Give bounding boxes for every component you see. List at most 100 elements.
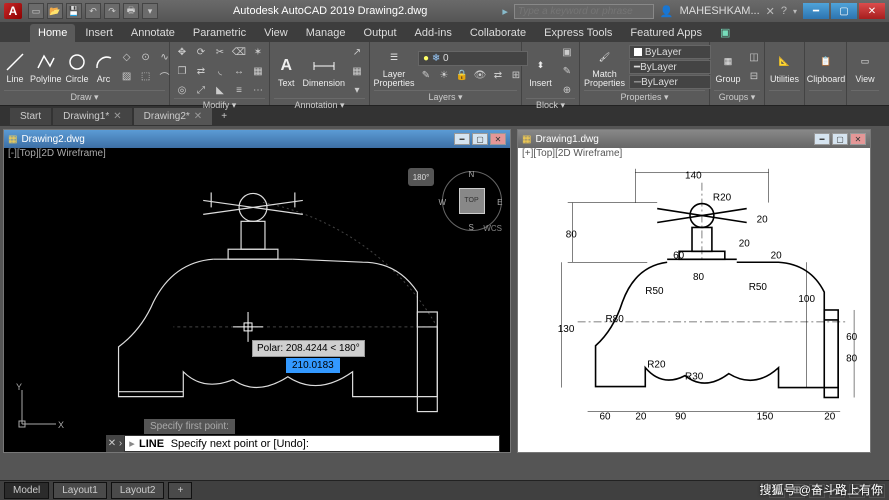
mdi-left-min-button[interactable]: ━	[454, 133, 470, 145]
table-icon[interactable]: ▦	[349, 63, 365, 79]
chamfer-icon[interactable]: ◣	[212, 82, 228, 98]
maximize-button[interactable]: ▢	[831, 3, 857, 19]
model-tab[interactable]: Model	[4, 482, 49, 499]
annot-more-icon[interactable]: ▾	[349, 82, 365, 98]
align-icon[interactable]: ≡	[231, 82, 247, 98]
mdi-right-viewinfo[interactable]: [+][Top][2D Wireframe]	[518, 148, 870, 162]
tab-output[interactable]: Output	[356, 24, 405, 42]
panel-properties-label[interactable]: Properties ▾	[584, 90, 705, 103]
utilities-button[interactable]: 📐Utilities	[769, 51, 800, 84]
layer-tool-2-icon[interactable]: ☀	[436, 68, 452, 84]
mdi-left-max-button[interactable]: ▢	[472, 133, 488, 145]
leader-icon[interactable]: ↗	[349, 44, 365, 60]
tab-addins[interactable]: Add-ins	[407, 24, 460, 42]
qat-more-icon[interactable]: ▾	[142, 3, 158, 19]
mdi-right-min-button[interactable]: ━	[814, 133, 830, 145]
arc-button[interactable]: Arc	[93, 51, 115, 84]
erase-icon[interactable]: ⌫	[231, 44, 247, 60]
line-button[interactable]: Line	[4, 51, 26, 84]
exchange-icon[interactable]: ✕	[766, 5, 775, 18]
doctab-drawing1[interactable]: Drawing1*✕	[53, 108, 132, 125]
drawing1-canvas[interactable]: 140 R20 20 20 80 60 80 20 R50 R50 100 13…	[518, 162, 870, 452]
circle-button[interactable]: Circle	[66, 51, 89, 84]
block-create-icon[interactable]: ▣	[559, 44, 575, 60]
command-line-input[interactable]: ▸ LINE Specify next point or [Undo]:	[124, 435, 500, 452]
layerprops-button[interactable]: ☰Layer Properties	[374, 47, 414, 88]
minimize-button[interactable]: ━	[803, 3, 829, 19]
draw-misc-2-icon[interactable]: ⊙	[138, 50, 154, 66]
help-icon[interactable]: ?	[781, 5, 787, 17]
block-edit-icon[interactable]: ✎	[559, 63, 575, 79]
lineweight-selector[interactable]: ━ ByLayer	[629, 60, 711, 74]
stretch-icon[interactable]: ↔	[231, 63, 247, 79]
qat-print-icon[interactable]: 🖶	[123, 3, 139, 19]
tab-insert[interactable]: Insert	[77, 24, 121, 42]
group-button[interactable]: ▦Group	[714, 51, 742, 84]
layer-tool-1-icon[interactable]: ✎	[418, 68, 434, 84]
panel-annotation-label[interactable]: Annotation ▾	[274, 98, 365, 111]
layer-selector[interactable]: ● ❄ 0	[418, 51, 528, 66]
tab-parametric[interactable]: Parametric	[185, 24, 254, 42]
panel-draw-label[interactable]: Draw ▾	[4, 90, 165, 103]
layer-tool-3-icon[interactable]: 🔒	[454, 68, 470, 84]
qat-redo-icon[interactable]: ↷	[104, 3, 120, 19]
tab-view[interactable]: View	[256, 24, 296, 42]
tab-annotate[interactable]: Annotate	[123, 24, 183, 42]
layout1-tab[interactable]: Layout1	[53, 482, 107, 499]
qat-new-icon[interactable]: ▭	[28, 3, 44, 19]
color-selector[interactable]: ByLayer	[629, 45, 711, 59]
layer-tool-5-icon[interactable]: ⇄	[490, 68, 506, 84]
panel-groups-label[interactable]: Groups ▾	[714, 90, 760, 103]
tab-manage[interactable]: Manage	[298, 24, 354, 42]
panel-block-label[interactable]: Block ▾	[526, 98, 575, 111]
tab-expresstools[interactable]: Express Tools	[536, 24, 620, 42]
rotate-icon[interactable]: ⟳	[193, 44, 209, 60]
group-misc-1-icon[interactable]: ◫	[746, 50, 762, 66]
user-label[interactable]: MAHESHKAM...	[680, 5, 760, 17]
text-button[interactable]: AText	[274, 55, 298, 88]
signin-icon[interactable]: 👤	[660, 5, 674, 18]
wcs-label[interactable]: WCS	[483, 224, 502, 233]
polyline-button[interactable]: Polyline	[30, 51, 62, 84]
draw-misc-5-icon[interactable]: ⬚	[138, 69, 154, 85]
draw-misc-1-icon[interactable]: ◇	[119, 50, 135, 66]
tab-featuredapps[interactable]: Featured Apps	[622, 24, 710, 42]
doctab-drawing2-close-icon[interactable]: ✕	[194, 111, 202, 122]
tab-extra-icon[interactable]: ▣	[712, 23, 738, 42]
qat-undo-icon[interactable]: ↶	[85, 3, 101, 19]
mdi-right-close-button[interactable]: ✕	[850, 133, 866, 145]
array-icon[interactable]: ▦	[250, 63, 266, 79]
help-dropdown-icon[interactable]: ▾	[793, 7, 797, 16]
keyword-search-input[interactable]	[514, 4, 654, 19]
mdi-left-titlebar[interactable]: ▦ Drawing2.dwg ━ ▢ ✕	[4, 130, 510, 148]
qat-save-icon[interactable]: 💾	[66, 3, 82, 19]
drawing2-canvas[interactable]: 180° N E S W TOP WCS Polar: 208.4244 < 1…	[4, 162, 510, 452]
mirror-icon[interactable]: ⇄	[193, 63, 209, 79]
layer-tool-4-icon[interactable]: 👁	[472, 68, 488, 84]
autocad-logo[interactable]: A	[4, 3, 22, 19]
group-misc-2-icon[interactable]: ⊟	[746, 69, 762, 85]
draw-misc-4-icon[interactable]: ▨	[119, 69, 135, 85]
view-button[interactable]: ▭View	[851, 51, 879, 84]
fillet-icon[interactable]: ◟	[212, 63, 228, 79]
command-close-icon[interactable]: ✕ ›	[106, 435, 124, 452]
mdi-left-close-button[interactable]: ✕	[490, 133, 506, 145]
matchprops-button[interactable]: 🖌Match Properties	[584, 47, 625, 88]
block-attr-icon[interactable]: ⊕	[559, 82, 575, 98]
linetype-selector[interactable]: ─ ByLayer	[629, 75, 711, 89]
panel-modify-label[interactable]: Modify ▾	[174, 98, 265, 111]
move-icon[interactable]: ✥	[174, 44, 190, 60]
trim-icon[interactable]: ✂	[212, 44, 228, 60]
copy-icon[interactable]: ❐	[174, 63, 190, 79]
layout-add-tab[interactable]: +	[168, 482, 192, 499]
tab-home[interactable]: Home	[30, 24, 75, 42]
offset-icon[interactable]: ◎	[174, 82, 190, 98]
mdi-left-viewinfo[interactable]: [-][Top][2D Wireframe]	[4, 148, 510, 162]
doctab-drawing1-close-icon[interactable]: ✕	[113, 111, 121, 122]
explode-icon[interactable]: ✶	[250, 44, 266, 60]
tab-collaborate[interactable]: Collaborate	[462, 24, 534, 42]
clipboard-button[interactable]: 📋Clipboard	[809, 51, 843, 84]
mdi-right-titlebar[interactable]: ▦ Drawing1.dwg ━ ▢ ✕	[518, 130, 870, 148]
modify-more-icon[interactable]: ⋯	[250, 82, 266, 98]
panel-layers-label[interactable]: Layers ▾	[374, 90, 517, 103]
